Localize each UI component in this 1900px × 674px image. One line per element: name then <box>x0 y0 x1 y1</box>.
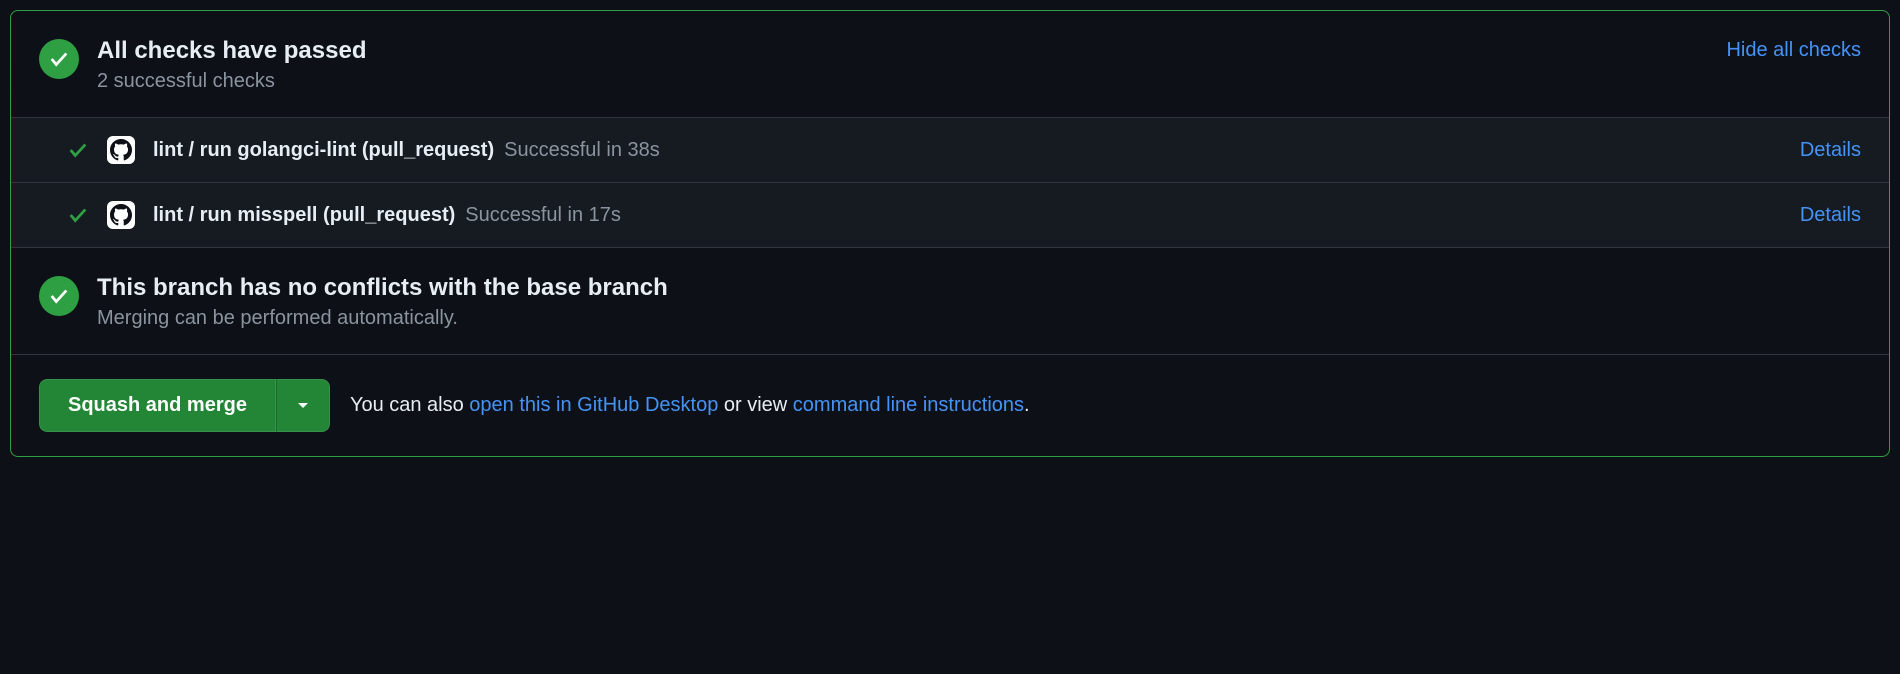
check-success-icon <box>67 204 89 226</box>
check-status: Successful in 38s <box>504 139 660 162</box>
open-desktop-link[interactable]: open this in GitHub Desktop <box>469 394 718 416</box>
caret-down-icon <box>297 402 309 410</box>
check-details-link[interactable]: Details <box>1800 204 1861 227</box>
conflicts-title: This branch has no conflicts with the ba… <box>97 272 1861 303</box>
github-actions-icon <box>107 136 135 164</box>
hide-all-checks-link[interactable]: Hide all checks <box>1726 39 1861 62</box>
merge-footer: Squash and merge You can also open this … <box>11 354 1889 456</box>
merge-button-group: Squash and merge <box>39 379 330 432</box>
check-status: Successful in 17s <box>465 204 621 227</box>
footer-text-before: You can also <box>350 394 469 416</box>
footer-text-middle: or view <box>718 394 792 416</box>
checks-title: All checks have passed <box>97 35 1708 66</box>
conflicts-text: This branch has no conflicts with the ba… <box>97 272 1861 330</box>
check-info: lint / run golangci-lint (pull_request) … <box>153 139 1782 162</box>
footer-text-after: . <box>1024 394 1030 416</box>
cli-instructions-link[interactable]: command line instructions <box>793 394 1024 416</box>
checks-header: All checks have passed 2 successful chec… <box>11 11 1889 117</box>
github-actions-icon <box>107 201 135 229</box>
merge-alternative-text: You can also open this in GitHub Desktop… <box>350 394 1030 417</box>
checks-header-text: All checks have passed 2 successful chec… <box>97 35 1708 93</box>
conflicts-section: This branch has no conflicts with the ba… <box>11 247 1889 354</box>
check-info: lint / run misspell (pull_request) Succe… <box>153 204 1782 227</box>
merge-status-panel: All checks have passed 2 successful chec… <box>10 10 1890 457</box>
check-row: lint / run misspell (pull_request) Succe… <box>11 182 1889 247</box>
check-success-icon <box>67 139 89 161</box>
merge-dropdown-button[interactable] <box>276 379 330 432</box>
check-name: lint / run misspell (pull_request) <box>153 204 455 227</box>
success-check-icon <box>39 39 79 79</box>
conflicts-subtitle: Merging can be performed automatically. <box>97 307 1861 330</box>
check-row: lint / run golangci-lint (pull_request) … <box>11 117 1889 182</box>
success-check-icon <box>39 276 79 316</box>
squash-merge-button[interactable]: Squash and merge <box>39 379 276 432</box>
check-name: lint / run golangci-lint (pull_request) <box>153 139 494 162</box>
checks-subtitle: 2 successful checks <box>97 70 1708 93</box>
check-details-link[interactable]: Details <box>1800 139 1861 162</box>
